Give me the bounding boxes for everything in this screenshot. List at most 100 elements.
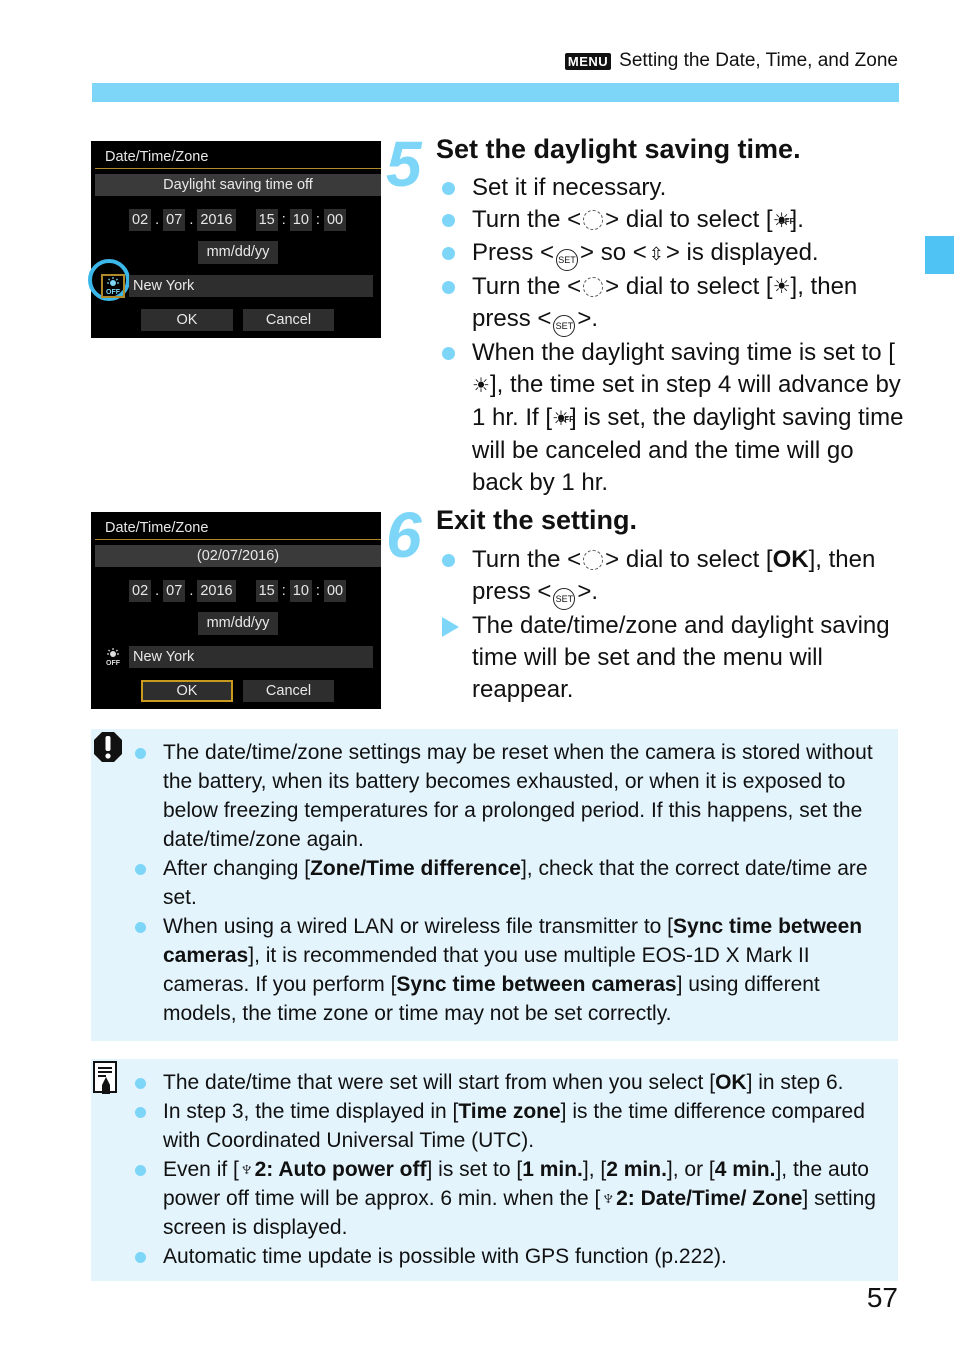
bullet-icon [135, 922, 146, 933]
main-dial-icon [583, 210, 604, 230]
date-separator: . [189, 212, 194, 228]
set-button-icon: SET [556, 248, 579, 271]
month-field[interactable]: 02 [129, 580, 152, 602]
bullet-icon [135, 1252, 146, 1263]
main-dial-icon [583, 550, 604, 570]
time-zone-field[interactable]: New York [129, 646, 373, 668]
bullet-icon [442, 280, 455, 294]
daylight-saving-off-icon: ☀ OFF [552, 407, 574, 430]
dst-status: Daylight saving time off [95, 174, 381, 196]
screen-title: Date/Time/Zone [105, 520, 209, 536]
bold-term: 1 min. [522, 1158, 583, 1181]
step-6-list: Turn the < > dial to select [OK], then pr… [440, 544, 910, 706]
running-header: MENU Setting the Date, Time, and Zone [564, 50, 898, 72]
list-item: Turn the < > dial to select [☀ OFF]. [440, 204, 910, 237]
bullet-icon [442, 214, 455, 227]
bold-term: OK [715, 1071, 747, 1094]
note-item: Automatic time update is possible with G… [135, 1242, 886, 1271]
list-item: Press < SET > so < ⇳> is displayed. [440, 237, 910, 271]
bullet-icon [135, 1078, 146, 1089]
chapter-tab [925, 236, 954, 274]
bullet-icon [135, 748, 146, 759]
title-divider [95, 168, 381, 169]
memo-icon [93, 1061, 123, 1094]
time-separator: : [281, 212, 286, 228]
step-number: 5 [386, 128, 422, 200]
set-button-icon: SET [553, 588, 576, 610]
memo-list: The date/time that were set will start f… [135, 1068, 886, 1271]
note-item: After changing [Zone/Time difference], c… [135, 854, 886, 912]
hour-field[interactable]: 15 [255, 580, 278, 602]
bold-term: Sync time between cameras [396, 973, 677, 996]
bullet-icon [442, 246, 455, 260]
caution-note: The date/time/zone settings may be reset… [91, 729, 898, 1041]
year-field[interactable]: 2016 [197, 209, 236, 231]
time-separator: : [315, 212, 320, 228]
date-format-field[interactable]: mm/dd/yy [198, 612, 278, 635]
date-preview: (02/07/2016) [95, 545, 381, 567]
second-field[interactable]: 00 [323, 209, 347, 231]
bullet-icon [135, 1107, 146, 1118]
time-separator: : [315, 583, 320, 599]
daylight-saving-on-icon: ☀ [772, 276, 791, 299]
year-field[interactable]: 2016 [197, 580, 236, 602]
daylight-saving-off-icon: ☀ OFF [772, 209, 795, 232]
minute-field[interactable]: 10 [289, 209, 312, 231]
hour-field[interactable]: 15 [255, 209, 278, 231]
bold-term: Zone/Time difference [310, 857, 521, 880]
caution-icon [93, 731, 123, 763]
camera-screen-step5: Date/Time/Zone Daylight saving time off … [88, 141, 381, 338]
header-accent-bar [92, 83, 899, 102]
set-button-icon: SET [553, 315, 576, 338]
bold-term: 4 min. [714, 1158, 776, 1181]
note-item: When using a wired LAN or wireless file … [135, 912, 886, 1028]
list-item: When the daylight saving time is set to … [440, 337, 910, 498]
dst-off-icon[interactable]: OFF [101, 645, 125, 669]
bold-term: Sync time between cameras [163, 915, 863, 967]
menu-icon: MENU [564, 52, 612, 70]
step-title: Exit the setting. [436, 505, 638, 535]
step-5-list: Set it if necessary. Turn the < > dial to … [440, 172, 910, 499]
step-number: 6 [386, 499, 422, 571]
ok-button[interactable]: OK [141, 309, 233, 331]
result-item: The date/time/zone and daylight saving t… [440, 610, 910, 706]
svg-text:OFF: OFF [106, 289, 121, 295]
list-item: Turn the < > dial to select [OK], then pr… [440, 544, 910, 610]
date-format-field[interactable]: mm/dd/yy [198, 241, 278, 264]
ok-button[interactable]: OK [141, 680, 233, 702]
note-item: The date/time that were set will start f… [135, 1068, 886, 1097]
page-number: 57 [866, 1282, 898, 1313]
dst-off-icon[interactable]: OFF [101, 274, 125, 298]
bullet-icon [135, 1165, 146, 1176]
arrow-bullet-icon [442, 617, 459, 637]
screen-title: Date/Time/Zone [105, 149, 209, 165]
day-field[interactable]: 07 [163, 580, 186, 602]
cancel-button[interactable]: Cancel [243, 680, 334, 702]
datetime-fields: 02 . 07 . 2016 15 : 10 : 00 [129, 580, 347, 602]
date-separator: . [155, 583, 160, 599]
list-item: Set it if necessary. [440, 172, 910, 204]
daylight-saving-on-icon: ☀ [472, 374, 490, 397]
bold-term: ♆2: Date/Time/ Zone [600, 1187, 803, 1210]
date-separator: . [155, 212, 160, 228]
caution-list: The date/time/zone settings may be reset… [135, 738, 886, 1028]
second-field[interactable]: 00 [323, 580, 347, 602]
svg-text:OFF: OFF [106, 660, 121, 666]
bullet-icon [135, 864, 146, 875]
note-item: Even if [♆2: Auto power off] is set to [… [135, 1155, 886, 1242]
memo-note: The date/time that were set will start f… [91, 1059, 898, 1281]
step-title: Set the daylight saving time. [436, 134, 801, 164]
bullet-icon [442, 554, 455, 567]
month-field[interactable]: 02 [129, 209, 152, 231]
bold-term: OK [772, 546, 809, 573]
bullet-icon [442, 347, 455, 361]
minute-field[interactable]: 10 [289, 580, 312, 602]
cancel-button[interactable]: Cancel [243, 309, 334, 331]
date-separator: . [189, 583, 194, 599]
time-zone-field[interactable]: New York [129, 275, 373, 297]
section-title: Setting the Date, Time, and Zone [619, 50, 898, 71]
datetime-fields: 02 . 07 . 2016 15 : 10 : 00 [129, 209, 347, 231]
day-field[interactable]: 07 [163, 209, 186, 231]
title-divider [95, 539, 381, 540]
time-separator: : [281, 583, 286, 599]
